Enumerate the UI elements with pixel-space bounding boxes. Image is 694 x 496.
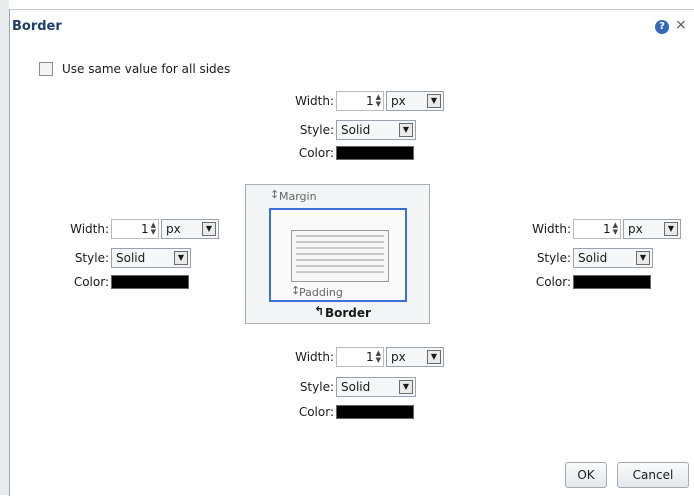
bottom-color-swatch[interactable] <box>336 405 414 419</box>
content-lines <box>296 235 384 277</box>
right-width-spinner-icon[interactable]: ▲ ▼ <box>613 222 618 236</box>
right-width-input[interactable]: 1 ▲ ▼ <box>573 219 621 239</box>
top-unit-select[interactable]: px ▼ <box>386 91 444 111</box>
right-unit-select[interactable]: px ▼ <box>623 219 681 239</box>
right-color-label: Color: <box>535 275 571 289</box>
top-width-label: Width: <box>295 94 334 108</box>
right-style-row: Style: Solid ▼ <box>527 248 653 268</box>
top-color-label: Color: <box>298 146 334 160</box>
bottom-style-row: Style: Solid ▼ <box>290 377 416 397</box>
cancel-button[interactable]: Cancel <box>617 462 689 488</box>
left-width-row: Width: 1 ▲ ▼ px ▼ <box>65 219 219 239</box>
left-color-swatch[interactable] <box>111 275 189 289</box>
margin-label: Margin <box>279 190 317 203</box>
left-style-label: Style: <box>74 251 109 265</box>
close-icon[interactable]: × <box>675 17 687 33</box>
left-width-input[interactable]: 1 ▲ ▼ <box>111 219 159 239</box>
right-style-select[interactable]: Solid ▼ <box>573 248 653 268</box>
right-color-row: Color: <box>527 275 651 289</box>
chevron-down-icon[interactable]: ▼ <box>427 350 441 364</box>
top-style-row: Style: Solid ▼ <box>290 120 416 140</box>
left-width-spinner-icon[interactable]: ▲ ▼ <box>151 222 156 236</box>
border-dialog: Border ? × Use same value for all sides … <box>9 9 694 496</box>
same-value-label: Use same value for all sides <box>62 62 231 76</box>
border-arrow-icon: ↰ <box>314 304 325 318</box>
left-width-label: Width: <box>70 222 109 236</box>
top-width-row: Width: 1 ▲ ▼ px ▼ <box>290 91 444 111</box>
chevron-down-icon[interactable]: ▼ <box>636 251 650 265</box>
same-value-checkbox[interactable] <box>39 62 53 76</box>
help-icon[interactable]: ? <box>655 20 669 34</box>
bottom-width-input[interactable]: 1 ▲ ▼ <box>336 347 384 367</box>
padding-label: Padding <box>299 286 343 299</box>
bottom-style-label: Style: <box>299 380 334 394</box>
bottom-color-label: Color: <box>298 405 334 419</box>
bottom-unit-select[interactable]: px ▼ <box>386 347 444 367</box>
same-value-row[interactable]: Use same value for all sides <box>39 62 230 76</box>
chevron-down-icon[interactable]: ▼ <box>202 222 216 236</box>
top-style-label: Style: <box>299 123 334 137</box>
chevron-down-icon[interactable]: ▼ <box>399 123 413 137</box>
border-outline: ↕ Padding <box>269 208 407 302</box>
left-color-row: Color: <box>65 275 189 289</box>
margin-arrow-icon: ↕ <box>270 188 280 201</box>
box-model-diagram: ↕ Margin ↕ Padding ↰ Border <box>245 184 430 324</box>
right-width-row: Width: 1 ▲ ▼ px ▼ <box>527 219 681 239</box>
top-width-spinner-icon[interactable]: ▲ ▼ <box>376 94 381 108</box>
left-style-row: Style: Solid ▼ <box>65 248 191 268</box>
right-style-label: Style: <box>536 251 571 265</box>
right-width-label: Width: <box>532 222 571 236</box>
left-unit-select[interactable]: px ▼ <box>161 219 219 239</box>
bottom-width-row: Width: 1 ▲ ▼ px ▼ <box>290 347 444 367</box>
chevron-down-icon[interactable]: ▼ <box>664 222 678 236</box>
bottom-width-spinner-icon[interactable]: ▲ ▼ <box>376 350 381 364</box>
chevron-down-icon[interactable]: ▼ <box>399 380 413 394</box>
ok-button[interactable]: OK <box>565 462 607 488</box>
left-color-label: Color: <box>73 275 109 289</box>
bottom-style-select[interactable]: Solid ▼ <box>336 377 416 397</box>
bottom-width-label: Width: <box>295 350 334 364</box>
top-style-select[interactable]: Solid ▼ <box>336 120 416 140</box>
content-box <box>291 230 389 282</box>
chevron-down-icon[interactable]: ▼ <box>174 251 188 265</box>
chevron-down-icon[interactable]: ▼ <box>427 94 441 108</box>
left-style-select[interactable]: Solid ▼ <box>111 248 191 268</box>
dialog-title: Border <box>12 19 62 34</box>
right-color-swatch[interactable] <box>573 275 651 289</box>
border-label: Border <box>325 306 371 320</box>
bottom-color-row: Color: <box>290 405 414 419</box>
top-color-swatch[interactable] <box>336 146 414 160</box>
background-strip <box>0 0 9 495</box>
top-color-row: Color: <box>290 146 414 160</box>
top-width-input[interactable]: 1 ▲ ▼ <box>336 91 384 111</box>
